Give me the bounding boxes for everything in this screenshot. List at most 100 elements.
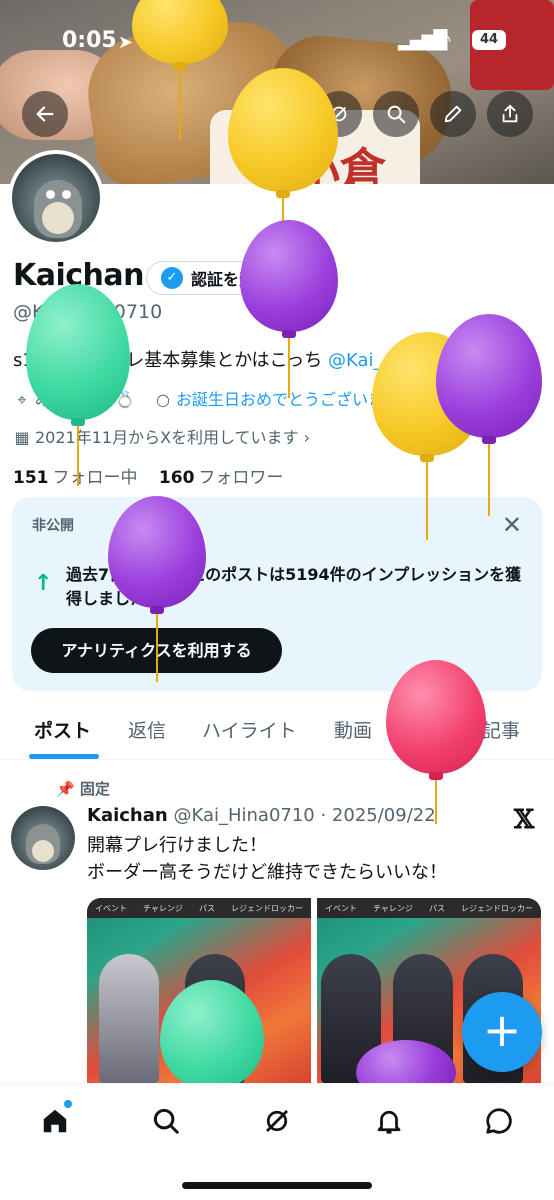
post-handle-date: @Kai_Hina0710 · 2025/09/22: [173, 805, 436, 826]
search-button[interactable]: [373, 91, 419, 137]
messages-icon: [486, 1108, 512, 1134]
character-figure: [393, 954, 453, 1084]
image-tab-bar: イベント チャレンジ パス レジェンドロッカー: [87, 898, 311, 918]
follow-stats: 151 フォロー中 160 フォロワー: [13, 463, 283, 488]
profile-joined[interactable]: ▦ 2021年11月からXを利用しています ›: [13, 424, 310, 448]
following-link[interactable]: 151 フォロー中: [13, 468, 138, 488]
profile-name: Kaichan: [13, 258, 145, 293]
home-indicator: [182, 1182, 372, 1189]
profile-bio: s17.18.26 プレ基本募集とかはこっち @Kai__chan_sub: [13, 346, 476, 372]
location-icon: ⌖: [17, 390, 27, 409]
image-tab-label: パス: [428, 903, 445, 913]
image-tab-bar: イベント チャレンジ パス レジェンドロッカー: [317, 898, 541, 918]
post-avatar[interactable]: [11, 806, 75, 870]
profile-avatar[interactable]: [8, 150, 104, 246]
tab-articles[interactable]: 記事: [482, 716, 520, 743]
impressions-message: 過去7日間にあなたのポストは5194件のインプレッションを獲得しました: [66, 565, 522, 608]
avatar-figure-belly: [42, 202, 74, 234]
use-analytics-button[interactable]: アナリティクスを利用する: [31, 628, 282, 673]
image-tab-label: イベント: [95, 903, 127, 913]
bio-mention-link[interactable]: @Kai__chan_sub: [328, 350, 476, 371]
tab-images[interactable]: 画像: [408, 716, 446, 743]
image-tab-label: レジェンドロッカー: [230, 903, 303, 913]
status-time: 0:05: [62, 28, 117, 53]
post-text-line: ボーダー高そうだけど維持できたらいいな！: [87, 862, 447, 883]
tab-videos[interactable]: 動画: [334, 716, 372, 743]
grok-icon: [266, 1110, 288, 1132]
pinned-indicator: 📌 固定: [56, 778, 110, 799]
bottom-navigation: [0, 1083, 554, 1200]
plus-icon: +: [482, 1003, 522, 1057]
private-label: 非公開: [32, 518, 74, 534]
nav-explore[interactable]: [149, 1104, 183, 1138]
followers-count: 160: [158, 468, 195, 488]
pin-icon: 📌: [56, 780, 75, 798]
post-author[interactable]: Kaichan: [87, 805, 168, 826]
battery-indicator: 44: [472, 30, 506, 50]
location-arrow-icon: ➤: [118, 32, 134, 53]
arrow-up-icon: ↑: [34, 571, 53, 596]
status-bar: 0:05 ➤ ▂▄▆█ ◠ 44: [0, 26, 554, 60]
back-button[interactable]: [22, 91, 68, 137]
notifications-icon: [377, 1110, 401, 1134]
post-header: Kaichan @Kai_Hina0710 · 2025/09/22: [87, 805, 436, 826]
wifi-icon: ◠: [434, 28, 452, 52]
character-figure: [321, 954, 381, 1084]
grok-button[interactable]: [316, 91, 362, 137]
pinned-label: 固定: [79, 780, 110, 798]
edit-button[interactable]: [430, 91, 476, 137]
character-figure: [185, 954, 245, 1084]
post-image[interactable]: イベント チャレンジ パス レジェンドロッカー: [87, 898, 311, 1084]
image-tab-label: イベント: [325, 903, 357, 913]
post-text-line: 開幕プレ行けました！: [87, 835, 267, 856]
following-label: フォロー中: [52, 468, 138, 488]
nav-grok[interactable]: [260, 1104, 294, 1138]
joined-label: 2021年11月からXを利用しています: [35, 428, 299, 447]
image-tab-label: レジェンドロッカー: [460, 903, 533, 913]
explore-icon: [153, 1108, 179, 1134]
banner-package-text: 小倉: [294, 143, 386, 184]
profile-tabs: ポスト 返信 ハイライト 動画 画像 記事: [0, 706, 554, 760]
share-icon: [502, 104, 518, 123]
tab-replies[interactable]: 返信: [128, 716, 166, 743]
character-figure: [99, 954, 159, 1084]
home-icon: [43, 1109, 67, 1133]
tab-highlights[interactable]: ハイライト: [202, 716, 297, 743]
profile-handle: @Kai_Hina0710: [13, 301, 163, 323]
home-notification-dot: [64, 1100, 72, 1108]
image-tab-label: チャレンジ: [373, 903, 413, 913]
calendar-icon: ▦: [14, 428, 30, 447]
followers-label: フォロワー: [198, 468, 284, 488]
verified-badge-icon: ✓: [161, 267, 183, 289]
nav-home[interactable]: [38, 1104, 72, 1138]
avatar-figure-belly: [32, 840, 54, 862]
get-verified-button[interactable]: ✓ 認証を受ける: [146, 261, 310, 295]
analytics-card: 非公開 ✕ ↑ 過去7日間にあなたのポストは5194件のインプレッションを獲得し…: [12, 497, 542, 691]
edit-icon: [444, 105, 462, 123]
nav-notifications[interactable]: [372, 1104, 406, 1138]
profile-location: みなちゃん💍: [35, 390, 135, 409]
post-text: 開幕プレ行けました！ ボーダー高そうだけど維持できたらいいな！: [87, 832, 447, 886]
get-verified-label: 認証を受ける: [191, 270, 288, 289]
tab-posts[interactable]: ポスト: [34, 716, 91, 743]
profile-meta: ⌖ みなちゃん💍 ○ お誕生日おめでとうございます。: [13, 386, 414, 410]
image-tab-label: パス: [198, 903, 215, 913]
active-tab-indicator: [29, 754, 99, 759]
x-logo-icon: 𝕏: [514, 805, 535, 835]
bio-text: s17.18.26 プレ基本募集とかはこっち: [13, 350, 328, 371]
search-icon: [387, 105, 406, 124]
birthday-message[interactable]: お誕生日おめでとうございます。: [176, 390, 414, 409]
back-arrow-icon: [36, 106, 54, 122]
image-tab-label: チャレンジ: [143, 903, 183, 913]
share-button[interactable]: [487, 91, 533, 137]
following-count: 151: [13, 468, 49, 488]
grok-icon: [331, 106, 347, 122]
chevron-right-icon: ›: [298, 428, 311, 447]
followers-link[interactable]: 160 フォロワー: [159, 468, 284, 488]
avatar-eye: [46, 190, 55, 199]
nav-messages[interactable]: [482, 1104, 516, 1138]
avatar-eye: [62, 190, 71, 199]
close-icon[interactable]: ✕: [502, 511, 522, 539]
balloon-icon: ○: [156, 390, 171, 409]
compose-post-button[interactable]: +: [462, 992, 542, 1072]
